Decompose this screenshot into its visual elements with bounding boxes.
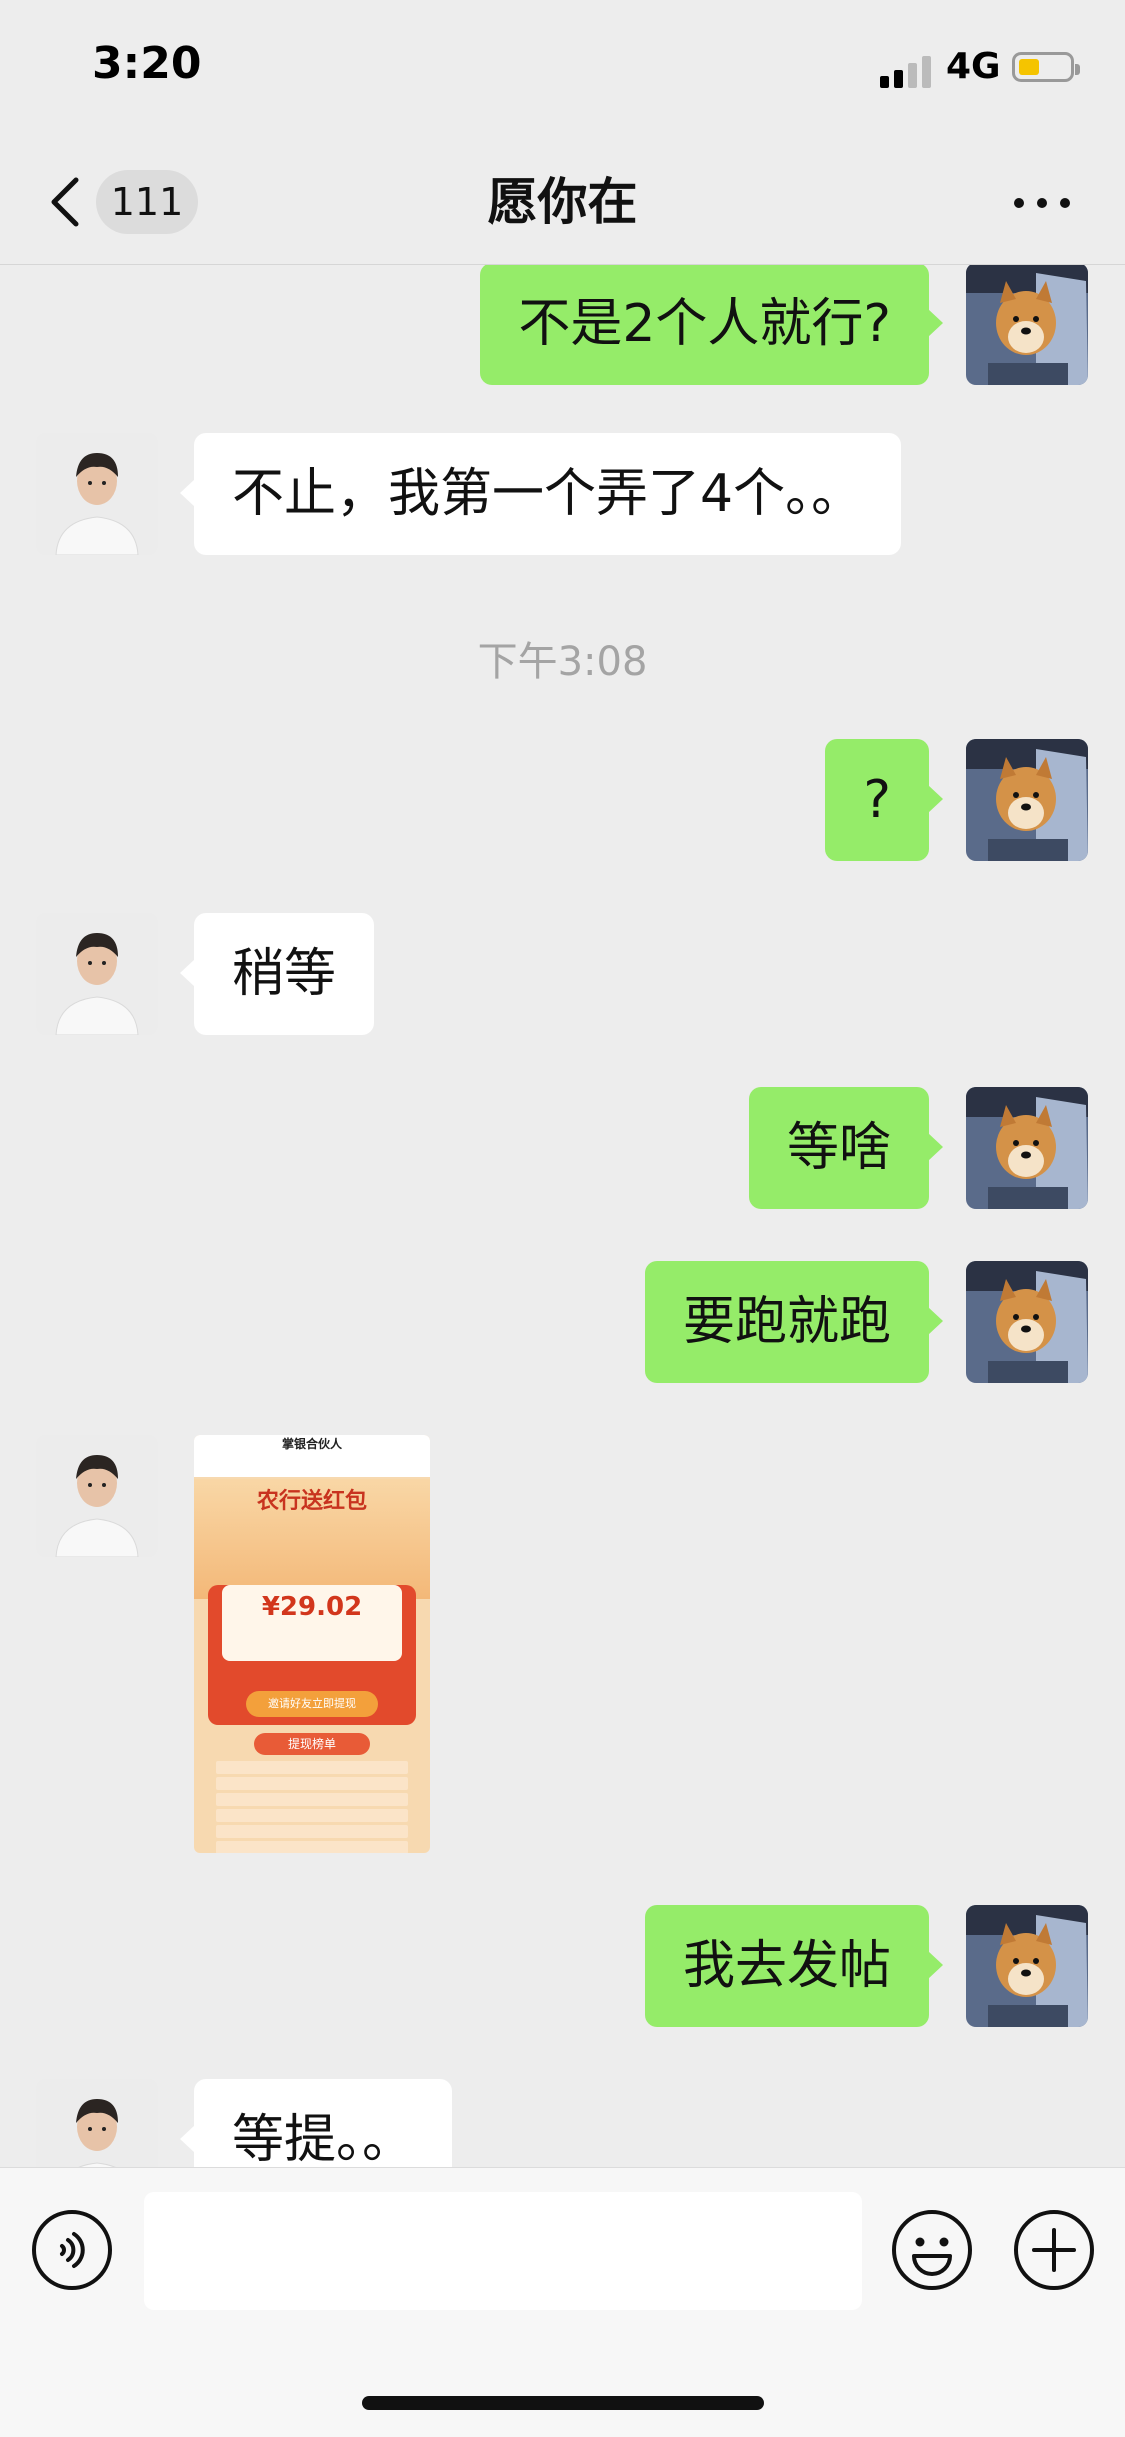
emoji-icon[interactable]: [890, 2208, 974, 2292]
plus-icon[interactable]: [1012, 2208, 1096, 2292]
my-avatar-dog-icon[interactable]: [966, 1905, 1088, 2027]
contact-avatar-person-icon[interactable]: [36, 433, 158, 555]
message-bubble-received[interactable]: 等提。。: [179, 2079, 453, 2167]
my-avatar-dog-icon[interactable]: [966, 739, 1088, 861]
my-avatar-dog-icon[interactable]: [966, 265, 1088, 385]
contact-avatar-person-icon[interactable]: [36, 1435, 158, 1557]
my-avatar-dog-icon[interactable]: [966, 1261, 1088, 1383]
image-list-title: 提现榜单: [254, 1733, 370, 1755]
message-bubble-sent[interactable]: 我去发帖: [644, 1905, 944, 2027]
message-list[interactable]: 不是2个人就行? 不止，我第一个弄了4个。。 下午3:08 ? 稍等 等啥 要跑…: [0, 265, 1125, 2167]
back-arrow-icon[interactable]: [46, 176, 86, 228]
amount-card: ¥29.02: [222, 1585, 402, 1661]
more-options-icon[interactable]: [1010, 180, 1074, 224]
unread-count-badge[interactable]: 111: [96, 170, 198, 234]
message-bubble-sent[interactable]: 不是2个人就行?: [480, 265, 943, 385]
image-title: 掌银合伙人: [281, 1437, 342, 1451]
image-amount: ¥29.02: [261, 1592, 363, 1622]
my-avatar-dog-icon[interactable]: [966, 1087, 1088, 1209]
image-headline: 农行送红包: [256, 1489, 367, 1514]
image-cta-button: 邀请好友立即提现: [246, 1691, 378, 1717]
network-type: 4G: [946, 46, 1001, 87]
status-time: 3:20: [92, 38, 202, 89]
contact-avatar-person-icon[interactable]: [36, 913, 158, 1035]
contact-avatar-person-icon[interactable]: [36, 2079, 158, 2167]
message-bubble-sent[interactable]: ?: [825, 739, 943, 861]
image-header: 掌银合伙人: [194, 1435, 430, 1477]
message-timestamp: 下午3:08: [477, 639, 648, 685]
message-bubble-sent[interactable]: 等啥: [748, 1087, 944, 1209]
voice-input-icon[interactable]: [30, 2208, 114, 2292]
message-input[interactable]: [144, 2192, 862, 2310]
image-list-rows: [216, 1761, 408, 1853]
chat-header: 111 愿你在: [0, 140, 1125, 265]
home-indicator[interactable]: [362, 2396, 764, 2410]
battery-icon: [1012, 52, 1080, 82]
message-bubble-received[interactable]: 稍等: [179, 913, 375, 1035]
status-bar: 3:20 4G: [0, 0, 1125, 140]
image-message[interactable]: 掌银合伙人 农行送红包 ¥29.02 邀请好友立即提现 提现榜单: [194, 1435, 430, 1853]
message-bubble-received[interactable]: 不止，我第一个弄了4个。。: [179, 433, 902, 555]
message-bubble-sent[interactable]: 要跑就跑: [644, 1261, 944, 1383]
signal-icon: [880, 54, 934, 88]
